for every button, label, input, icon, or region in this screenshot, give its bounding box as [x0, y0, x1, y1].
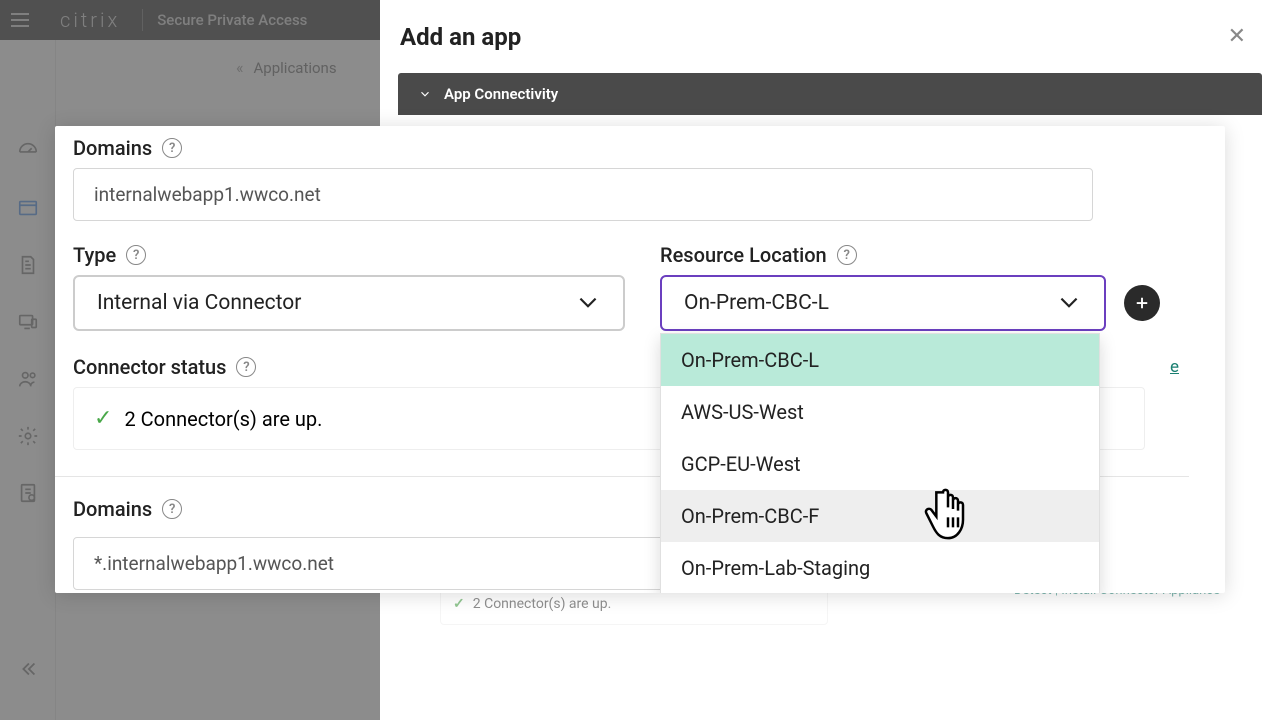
rl-option[interactable]: AWS-US-West — [661, 386, 1099, 438]
section-header[interactable]: App Connectivity — [398, 73, 1262, 115]
domain-input[interactable] — [73, 168, 1093, 221]
help-icon[interactable]: ? — [162, 138, 182, 158]
status-text: 2 Connector(s) are up. — [124, 407, 322, 431]
rl-option[interactable]: On-Prem-Lab-Staging — [661, 542, 1099, 593]
zoom-modal: Domains ? Type ? Internal via Connector … — [55, 126, 1225, 593]
chevron-down-icon — [418, 87, 432, 101]
plus-icon — [1133, 294, 1151, 312]
type-select[interactable]: Internal via Connector — [73, 275, 625, 331]
rl-label: Resource Location — [660, 243, 827, 267]
status-label: Connector status — [73, 355, 226, 379]
type-value: Internal via Connector — [97, 291, 301, 315]
add-resource-location-button[interactable] — [1124, 285, 1160, 321]
domains-label-2: Domains — [73, 497, 152, 521]
check-icon: ✓ — [94, 406, 112, 431]
help-icon[interactable]: ? — [162, 499, 182, 519]
drawer-title: Add an app — [400, 23, 521, 51]
chevron-down-icon — [1056, 290, 1082, 316]
type-label: Type — [73, 243, 116, 267]
help-icon[interactable]: ? — [236, 357, 256, 377]
chevron-down-icon — [575, 290, 601, 316]
rl-value: On-Prem-CBC-L — [684, 291, 829, 315]
help-icon[interactable]: ? — [837, 245, 857, 265]
section-title: App Connectivity — [444, 85, 558, 103]
help-icon[interactable]: ? — [126, 245, 146, 265]
bg-status-text: 2 Connector(s) are up. — [473, 596, 612, 612]
check-icon: ✓ — [453, 596, 465, 612]
rl-option[interactable]: On-Prem-CBC-F — [661, 490, 1099, 542]
rl-option[interactable]: On-Prem-CBC-L — [661, 334, 1099, 386]
link-fragment[interactable]: e — [1170, 357, 1179, 377]
rl-dropdown: On-Prem-CBC-L AWS-US-West GCP-EU-West On… — [660, 333, 1100, 593]
domains-label: Domains — [73, 136, 152, 160]
resource-location-select[interactable]: On-Prem-CBC-L — [660, 275, 1106, 331]
close-icon[interactable]: ✕ — [1222, 18, 1252, 55]
rl-option[interactable]: GCP-EU-West — [661, 438, 1099, 490]
